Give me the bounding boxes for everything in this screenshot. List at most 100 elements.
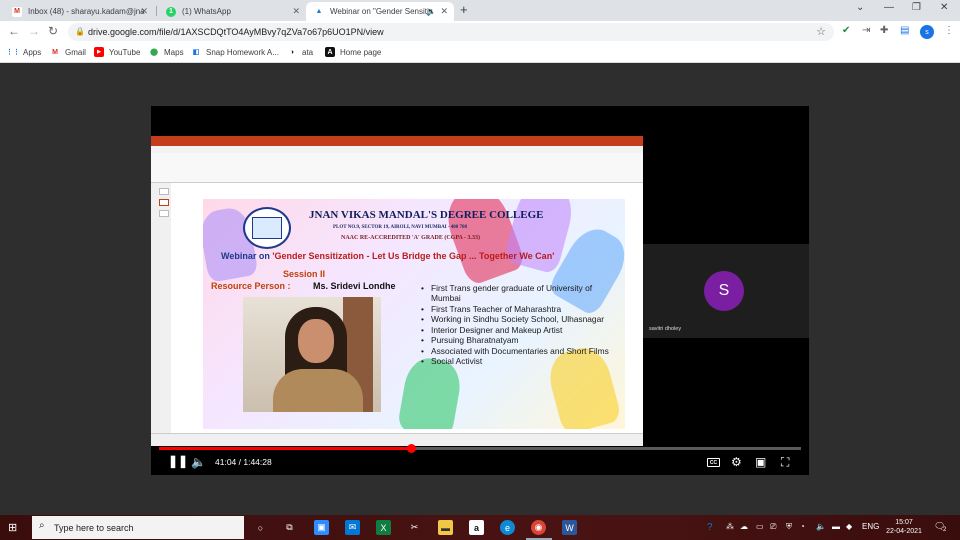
excel-icon[interactable]: X [376, 520, 391, 535]
close-icon[interactable]: ✕ [140, 6, 148, 17]
browser-tab-strip: M Inbox (48) - sharayu.kadam@jna ✕ 1 (1)… [0, 0, 960, 21]
tab-whatsapp[interactable]: 1 (1) WhatsApp ✕ [158, 2, 306, 21]
list-item: First Trans gender graduate of Universit… [421, 283, 621, 303]
chrome-icon[interactable]: ◉ [531, 520, 546, 535]
webinar-title: Webinar on 'Gender Sensitization - Let U… [221, 251, 554, 261]
shared-screen: JNAN VIKAS MANDAL'S DEGREE COLLEGE PLOT … [151, 136, 643, 446]
new-tab-button[interactable]: + [460, 2, 468, 17]
tab-title: Webinar on "Gender Sensitiz [330, 7, 433, 16]
bookmark-star-icon[interactable]: ☆ [816, 25, 826, 38]
college-address: PLOT NO.9, SECTOR 19, AIROLI, NAVI MUMBA… [333, 225, 468, 230]
gmail-icon: M [12, 6, 22, 17]
participant-panel: S savitri dholey [643, 106, 809, 446]
word-icon[interactable]: W [562, 520, 577, 535]
youtube-icon: ▶ [94, 47, 104, 57]
mail-icon[interactable]: ✉ [345, 520, 360, 535]
tab-search-icon[interactable]: ⌄ [856, 2, 864, 13]
battery-icon[interactable]: ▭ [756, 522, 764, 531]
notification-count: 2 [943, 527, 947, 533]
reading-list-icon[interactable]: ▤ [900, 25, 909, 36]
video-progress-bar[interactable] [159, 444, 801, 453]
slide-thumbnail [159, 210, 169, 217]
bookmark-label: Home page [340, 47, 382, 57]
search-icon: ⌕ [39, 520, 45, 531]
check-extension-icon[interactable]: ✔ [842, 25, 850, 36]
dropbox-icon[interactable]: ◆ [846, 522, 852, 531]
system-clock[interactable]: 15:07 22-04-2021 [884, 518, 924, 536]
close-icon[interactable]: ✕ [440, 6, 448, 17]
address-bar[interactable]: 🔒 drive.google.com/file/d/1AXSCDQtTO4AyM… [68, 23, 834, 41]
zoom-icon[interactable]: ▣ [314, 520, 329, 535]
close-window-icon[interactable]: ✕ [940, 2, 948, 13]
bookmark-label: YouTube [109, 47, 141, 57]
onedrive-icon[interactable]: ☁ [740, 522, 748, 531]
windows-taskbar: ⊞ ⌕ Type here to search ○ ⧉ ▣ ✉ X ✂ ▬ a … [0, 515, 960, 540]
back-icon[interactable]: ← [8, 24, 20, 38]
speaker-icon[interactable]: 🔈 [816, 522, 826, 531]
bookmark-gmail[interactable]: M Gmail [50, 47, 86, 57]
reload-icon[interactable]: ↻ [48, 24, 58, 38]
restore-icon[interactable]: ❐ [912, 2, 921, 13]
settings-gear-icon[interactable]: ⚙ [731, 455, 742, 469]
storage-icon[interactable]: ▬ [832, 522, 840, 531]
people-icon[interactable]: ⁂ [726, 522, 734, 531]
speaker-icon[interactable]: 🔈 [426, 7, 436, 16]
url-text: drive.google.com/file/d/1AXSCDQtTO4AyMBv… [88, 27, 384, 37]
bookmark-ata[interactable]: ◑ ata [287, 47, 313, 57]
speaker-photo [243, 297, 381, 412]
profile-avatar[interactable]: s [920, 25, 934, 39]
task-view-icon[interactable]: ⧉ [282, 520, 297, 535]
windows-start-icon[interactable]: ⊞ [8, 521, 17, 534]
edge-icon[interactable]: e [500, 520, 515, 535]
tab-webinar-drive[interactable]: ▲ Webinar on "Gender Sensitiz 🔈 ✕ [306, 2, 454, 21]
slide-thumbnail [159, 188, 169, 195]
bookmark-maps[interactable]: ⬤ Maps [149, 47, 183, 57]
captions-icon[interactable]: CC [707, 458, 720, 467]
maps-icon: ⬤ [150, 49, 158, 56]
list-item: Working in Sindhu Society School, Ulhasn… [421, 314, 621, 324]
minimize-icon[interactable]: — [884, 2, 894, 13]
miniplayer-icon[interactable]: ▣ [755, 455, 766, 469]
college-logo [243, 207, 291, 249]
resource-person-label: Resource Person : [211, 281, 291, 291]
puzzle-extensions-icon[interactable]: ✚ [880, 25, 888, 36]
amazon-icon[interactable]: a [469, 520, 484, 535]
lock-icon[interactable]: 🔒 [75, 27, 85, 36]
forward-icon[interactable]: → [28, 24, 40, 38]
video-player[interactable]: JNAN VIKAS MANDAL'S DEGREE COLLEGE PLOT … [151, 106, 809, 475]
slide-thumbnails [151, 183, 171, 433]
more-menu-icon[interactable]: ⋮ [944, 25, 954, 36]
browser-toolbar: ← → ↻ 🔒 drive.google.com/file/d/1AXSCDQt… [0, 21, 960, 43]
meet-icon[interactable]: ⎚ [770, 522, 776, 532]
antivirus-icon[interactable]: ⛨ [786, 522, 792, 532]
powerpoint-ribbon-tabs [151, 146, 643, 153]
webinar-prefix: Webinar on [221, 251, 273, 261]
close-icon[interactable]: ✕ [292, 6, 300, 17]
file-explorer-icon[interactable]: ▬ [438, 520, 453, 535]
fullscreen-icon[interactable]: ⛶ [781, 455, 789, 470]
bookmark-label: ata [302, 47, 314, 57]
clock-date: 22-04-2021 [886, 528, 922, 535]
list-item: Associated with Documentaries and Short … [421, 346, 621, 356]
scrubber-handle[interactable] [406, 444, 416, 453]
pause-icon[interactable]: ❚❚ [168, 454, 188, 468]
bookmarks-bar: ⋮⋮ Apps M Gmail ▶ YouTube ⬤ Maps ◧ Snap … [0, 43, 960, 63]
presentation-slide: JNAN VIKAS MANDAL'S DEGREE COLLEGE PLOT … [203, 199, 625, 429]
resource-person-name: Ms. Sridevi Londhe [313, 281, 396, 291]
extension-icon[interactable]: ⇥ [862, 25, 870, 36]
tab-gmail-inbox[interactable]: M Inbox (48) - sharayu.kadam@jna ✕ [4, 2, 154, 21]
wifi-icon[interactable]: ◔ [800, 522, 805, 531]
taskbar-search-input[interactable]: ⌕ Type here to search [32, 516, 244, 539]
gmail-icon: M [52, 48, 58, 56]
bookmark-home-page[interactable]: A Home page [325, 47, 381, 57]
volume-icon[interactable]: 🔈 [191, 455, 206, 469]
snipping-tool-icon[interactable]: ✂ [407, 520, 422, 535]
bookmark-apps[interactable]: ⋮⋮ Apps [6, 47, 41, 57]
tab-title: (1) WhatsApp [182, 7, 231, 16]
help-icon[interactable]: ? [707, 522, 713, 533]
slide-thumbnail [159, 199, 169, 206]
cortana-icon[interactable]: ○ [253, 520, 268, 535]
language-indicator[interactable]: ENG [862, 522, 879, 531]
bookmark-snap-homework[interactable]: ◧ Snap Homework A... [191, 47, 279, 57]
bookmark-youtube[interactable]: ▶ YouTube [94, 47, 140, 57]
